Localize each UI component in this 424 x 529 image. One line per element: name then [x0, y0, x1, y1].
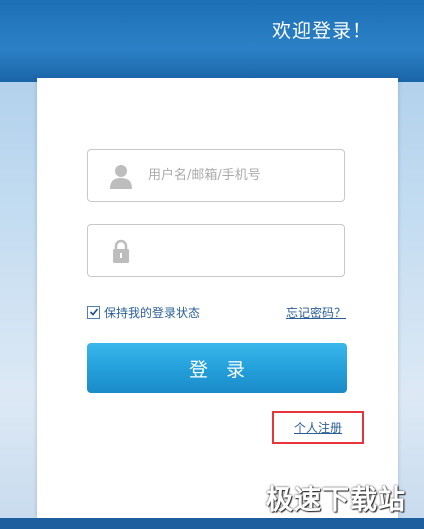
- user-icon: [108, 163, 134, 189]
- header-bar: 欢迎登录！: [0, 0, 424, 82]
- lock-icon: [108, 238, 134, 264]
- password-input[interactable]: [148, 225, 338, 276]
- login-button[interactable]: 登录: [87, 343, 347, 393]
- forgot-password-link[interactable]: 忘记密码？: [286, 304, 346, 321]
- register-highlight-box: 个人注册: [272, 411, 364, 444]
- remember-me-label: 保持我的登录状态: [104, 305, 201, 320]
- register-link[interactable]: 个人注册: [294, 419, 342, 436]
- checkbox-checked-icon[interactable]: [87, 305, 100, 319]
- username-field[interactable]: [87, 149, 345, 202]
- username-input[interactable]: [148, 150, 338, 201]
- remember-me[interactable]: 保持我的登录状态: [87, 304, 200, 320]
- login-panel: 保持我的登录状态 忘记密码？ 登录 个人注册: [37, 78, 398, 518]
- bottom-bar: [0, 518, 424, 529]
- watermark-logo: 极速下载站: [266, 485, 406, 516]
- password-field[interactable]: [87, 224, 345, 277]
- page-title: 欢迎登录！: [271, 20, 372, 42]
